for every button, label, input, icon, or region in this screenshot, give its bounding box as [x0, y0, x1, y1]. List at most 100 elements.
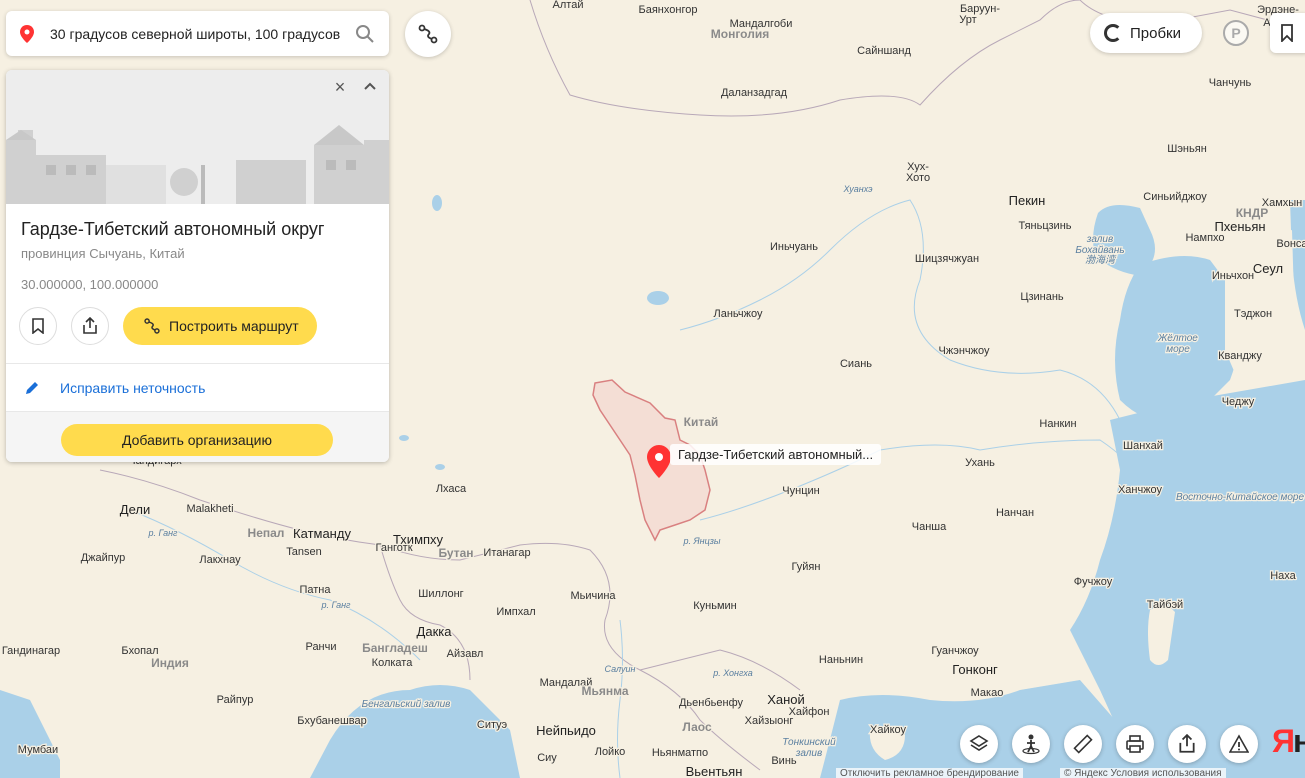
map-label[interactable]: Гонконг: [951, 661, 999, 679]
map-label[interactable]: Вонсан: [1275, 237, 1305, 252]
share-map-button[interactable]: [1168, 725, 1206, 763]
map-label[interactable]: Мьянма: [580, 683, 630, 700]
map-label[interactable]: Ньянматпо: [651, 746, 710, 761]
map-label[interactable]: Хамхын: [1261, 196, 1304, 211]
map-label[interactable]: Даланзадгад: [720, 86, 789, 101]
map-label[interactable]: Иньчуань: [769, 240, 820, 255]
map-label[interactable]: Бенгальский залив: [360, 698, 451, 712]
map-label[interactable]: Кванджу: [1217, 349, 1264, 364]
map-label[interactable]: залив: [1085, 233, 1115, 247]
report-button[interactable]: [1220, 725, 1258, 763]
yandex-logo[interactable]: Ян: [1272, 723, 1305, 760]
disable-branding-link[interactable]: Отключить рекламное брендирование: [836, 768, 1023, 778]
map-label[interactable]: Хайфон: [787, 705, 830, 720]
map-label[interactable]: Патна: [298, 583, 332, 598]
map-label[interactable]: Чунцин: [781, 484, 821, 499]
map-label[interactable]: Шэньян: [1166, 142, 1208, 157]
map-label[interactable]: Мьичина: [569, 589, 617, 604]
map-label[interactable]: Нанчан: [995, 506, 1036, 521]
parking-icon[interactable]: P: [1223, 20, 1249, 46]
build-route-button[interactable]: Построить маршрут: [123, 307, 317, 345]
add-organization-button[interactable]: Добавить организацию: [61, 424, 333, 456]
map-label[interactable]: Наньнин: [818, 653, 865, 668]
place-coordinates[interactable]: 30.000000, 100.000000: [21, 277, 389, 292]
map-label[interactable]: Винь: [770, 754, 798, 769]
map-label[interactable]: Непал: [246, 525, 285, 542]
panorama-button[interactable]: [1012, 725, 1050, 763]
map-label[interactable]: Фучжоу: [1073, 575, 1114, 590]
map-label[interactable]: Китай: [682, 414, 719, 431]
map-label[interactable]: Алтай: [551, 0, 584, 12]
map-label[interactable]: море: [1165, 343, 1191, 357]
map-label[interactable]: Хото: [905, 171, 932, 186]
map-label[interactable]: Бутан: [437, 545, 475, 562]
map-label[interactable]: Лаос: [681, 719, 713, 736]
map-label[interactable]: Ухань: [964, 456, 997, 471]
map-label[interactable]: Шиллонг: [417, 587, 465, 602]
map-label[interactable]: Хайкоу: [869, 723, 908, 738]
map-label[interactable]: Хайзыонг: [743, 714, 794, 729]
fix-inaccuracy-link[interactable]: Исправить неточность: [6, 364, 389, 411]
map-label[interactable]: Чеджу: [1220, 395, 1256, 410]
map-label[interactable]: Нейпьидо: [535, 722, 597, 740]
map-label[interactable]: Джайпур: [79, 551, 126, 566]
map-label[interactable]: р. Ганг: [319, 599, 352, 612]
ruler-button[interactable]: [1064, 725, 1102, 763]
map-label[interactable]: Бангладеш: [361, 640, 429, 657]
map-label[interactable]: Салуин: [603, 663, 636, 676]
map-label[interactable]: Восточно-Китайское море: [1175, 491, 1305, 505]
map-label[interactable]: Итанагар: [482, 546, 532, 561]
map-label[interactable]: Malakheti: [185, 502, 235, 517]
layers-button[interactable]: [960, 725, 998, 763]
map-label[interactable]: Дьенбьенфу: [678, 696, 745, 711]
map-label[interactable]: Лойко: [593, 745, 626, 760]
chevron-up-icon[interactable]: [361, 78, 379, 96]
map-label[interactable]: Цзинань: [1019, 290, 1065, 305]
map-label[interactable]: Сайншанд: [856, 44, 913, 59]
map-label[interactable]: Хуанхэ: [841, 183, 874, 196]
map-label[interactable]: р. Хонгха: [711, 667, 754, 680]
map-label[interactable]: Ситуэ: [476, 718, 509, 733]
map-label[interactable]: Tansen: [285, 545, 323, 560]
map-label[interactable]: Ханчжоу: [1117, 483, 1164, 498]
map-label[interactable]: залив: [794, 747, 824, 761]
route-button[interactable]: [405, 11, 451, 57]
map-label[interactable]: Сиу: [536, 751, 559, 766]
search-input[interactable]: [50, 25, 345, 42]
map-label[interactable]: 渤海湾: [1084, 253, 1119, 268]
map-label[interactable]: Лхаса: [435, 482, 469, 497]
map-label[interactable]: Ганготк: [374, 541, 414, 556]
map-label[interactable]: Ханой: [766, 691, 806, 709]
map-label[interactable]: Сеул: [1252, 260, 1285, 278]
map-label[interactable]: Жёлтое: [1156, 332, 1200, 346]
map-label[interactable]: Синьийджоу: [1142, 190, 1208, 205]
map-label[interactable]: Бхубанешвар: [296, 714, 368, 729]
map-label[interactable]: Мумбаи: [17, 743, 60, 758]
map-label[interactable]: Чанша: [911, 520, 949, 535]
map-label[interactable]: Макао: [969, 686, 1004, 701]
map-label[interactable]: Гандинагар: [1, 644, 62, 659]
map-label[interactable]: Дакка: [415, 623, 453, 641]
map-label[interactable]: Ланьчжоу: [712, 307, 764, 322]
map-label[interactable]: Шицзячжуан: [914, 252, 981, 267]
map-label[interactable]: Тяньцзинь: [1017, 219, 1073, 234]
map-label[interactable]: Чанчунь: [1207, 76, 1252, 91]
map-label[interactable]: Тонкинский: [781, 736, 837, 750]
print-button[interactable]: [1116, 725, 1154, 763]
map-label[interactable]: Индия: [150, 655, 190, 672]
map-label[interactable]: Баянхонгор: [637, 3, 698, 18]
map-label[interactable]: Нампхо: [1184, 231, 1226, 246]
map-label[interactable]: Гуйян: [790, 560, 821, 575]
map-label[interactable]: Урт: [958, 13, 978, 28]
close-icon[interactable]: ×: [331, 78, 349, 96]
map-label[interactable]: Нанкин: [1038, 417, 1078, 432]
map-label[interactable]: Вьентьян: [684, 763, 743, 778]
map-label[interactable]: Тэджон: [1233, 307, 1274, 322]
map-label[interactable]: Монголия: [710, 26, 771, 43]
map-label[interactable]: Кунь­мин: [692, 599, 738, 614]
map-label[interactable]: Сиань: [839, 357, 874, 372]
map-label[interactable]: Колката: [370, 656, 414, 671]
map-label[interactable]: р. Ганг: [146, 527, 179, 540]
map-label[interactable]: Ранчи: [304, 640, 338, 655]
search-bar[interactable]: [6, 11, 389, 56]
